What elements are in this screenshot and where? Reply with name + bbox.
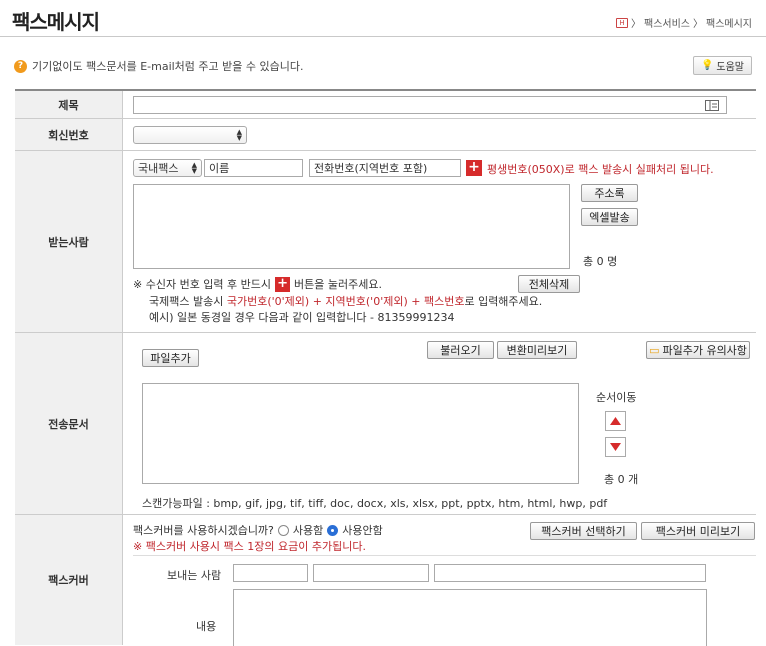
subject-row: 제목 [15, 91, 756, 119]
document-list[interactable] [142, 383, 579, 484]
cover-not-use-radio[interactable] [327, 524, 339, 536]
plus-icon: + [275, 276, 291, 292]
cover-preview-button[interactable]: 팩스커버 미리보기 [641, 522, 755, 540]
recipient-count: 총 0 명 [583, 255, 618, 268]
fax-form: 제목 회신번호 ▲ ▼ 받는사람 국내팩스 ▲ ▼ 이름 전화번호(지역번호 포… [15, 89, 756, 646]
file-notice-label: 파일추가 유의사항 [662, 344, 747, 357]
breadcrumb-item-fax-message: 팩스메시지 [706, 19, 752, 30]
reply-number-row: 회신번호 ▲ ▼ [15, 119, 756, 151]
add-recipient-button[interactable]: + [466, 160, 482, 176]
content-label: 내용 [196, 620, 217, 633]
documents-row: 전송문서 파일추가 불러오기 변환미리보기 ▭ 파일추가 유의사항 순서이동 총… [15, 333, 756, 515]
note-2-post: 로 입력해주세요. [464, 295, 543, 308]
sender-phone-input[interactable] [313, 564, 429, 582]
recipient-note-2: 국제팩스 발송시 국가번호('0'제외) + 지역번호('0'제외) + 팩스번… [149, 293, 542, 309]
speech-bubble-icon: ▭ [649, 343, 660, 357]
help-label: 도움말 [716, 62, 744, 73]
arrow-down-icon [610, 443, 621, 451]
note-1-post: 버튼을 눌러주세요. [294, 278, 382, 291]
recipient-row: 받는사람 국내팩스 ▲ ▼ 이름 전화번호(지역번호 포함) + 평생번호(050… [15, 151, 756, 333]
delete-all-button[interactable]: 전체삭제 [518, 275, 580, 293]
note-1-pre: ※ 수신자 번호 입력 후 반드시 [133, 278, 272, 291]
recipient-name-input[interactable]: 이름 [204, 159, 303, 177]
breadcrumb-item-fax-service[interactable]: 팩스서비스 [644, 15, 690, 30]
document-count: 총 0 개 [604, 473, 639, 486]
reply-number-label: 회신번호 [15, 119, 123, 150]
info-icon: ? [14, 59, 27, 73]
recipient-list[interactable] [133, 184, 570, 269]
arrow-up-icon [610, 417, 621, 425]
cover-question-line: 팩스커버를 사용하시겠습니까? 사용함 사용안함 [133, 522, 383, 538]
documents-label: 전송문서 [15, 333, 123, 514]
sender-name-input[interactable] [233, 564, 308, 582]
cover-warning: ※ 팩스커버 사용시 팩스 1장의 요금이 추가됩니다. [133, 540, 366, 553]
move-up-button[interactable] [605, 411, 626, 431]
select-arrows-icon: ▲ ▼ [191, 161, 197, 175]
add-file-button[interactable]: 파일추가 [142, 349, 199, 367]
sender-extra-input[interactable] [434, 564, 706, 582]
notice-bar: ? 기기없이도 팩스문서를 E-mail처럼 주고 받을 수 있습니다. [14, 58, 303, 74]
help-button[interactable]: 💡 도움말 [692, 56, 752, 75]
fax-type-select[interactable]: 국내팩스 ▲ ▼ [133, 159, 202, 177]
file-notice-button[interactable]: ▭ 파일추가 유의사항 [646, 341, 750, 359]
select-arrows-icon: ▲ ▼ [236, 128, 242, 142]
cover-not-use-label: 사용안함 [342, 524, 383, 537]
subject-input[interactable] [133, 96, 727, 114]
notice-text: 기기없이도 팩스문서를 E-mail처럼 주고 받을 수 있습니다. [32, 60, 304, 73]
title-divider [0, 36, 766, 37]
breadcrumb: H 〉 팩스서비스 〉 팩스메시지 [616, 15, 752, 30]
fax-type-value: 국내팩스 [138, 162, 179, 175]
page-title: 팩스메시지 [12, 10, 100, 34]
home-icon[interactable]: H [616, 17, 628, 28]
cover-question: 팩스커버를 사용하시겠습니까? [133, 524, 274, 537]
move-down-button[interactable] [605, 437, 626, 457]
breadcrumb-separator: 〉 [631, 19, 641, 30]
load-button[interactable]: 불러오기 [427, 341, 494, 359]
note-2-red: 국가번호('0'제외) + 지역번호('0'제외) + 팩스번호 [226, 295, 465, 308]
order-move-label: 순서이동 [596, 391, 637, 404]
fax-cover-label: 팩스커버 [15, 515, 123, 645]
fax-cover-row: 팩스커버 팩스커버를 사용하시겠습니까? 사용함 사용안함 ※ 팩스커버 사용시… [15, 515, 756, 646]
cover-content-textarea[interactable] [233, 589, 707, 646]
recipient-label: 받는사람 [15, 151, 123, 332]
cover-use-label: 사용함 [292, 524, 324, 537]
note-2-pre: 국제팩스 발송시 [149, 295, 224, 308]
sender-label: 보내는 사람 [167, 569, 222, 582]
cover-select-button[interactable]: 팩스커버 선택하기 [530, 522, 637, 540]
subject-label: 제목 [15, 91, 123, 118]
recipient-phone-input[interactable]: 전화번호(지역번호 포함) [309, 159, 461, 177]
recipient-note-3: 예시) 일본 동경일 경우 다음과 같이 입력합니다 - 81359991234 [149, 311, 455, 324]
breadcrumb-separator: 〉 [693, 19, 703, 30]
address-card-icon[interactable] [705, 100, 719, 111]
cover-divider [133, 555, 756, 556]
recipient-warning: 평생번호(050X)로 팩스 발송시 실패처리 됩니다. [487, 163, 714, 176]
address-book-button[interactable]: 주소록 [581, 184, 638, 202]
cover-use-radio[interactable] [277, 524, 289, 536]
lightbulb-icon: 💡 [700, 60, 714, 71]
excel-send-button[interactable]: 엑셀발송 [581, 208, 638, 226]
convert-preview-button[interactable]: 변환미리보기 [497, 341, 577, 359]
scan-file-types: 스캔가능파일 : bmp, gif, jpg, tif, tiff, doc, … [142, 497, 608, 510]
recipient-note-1: ※ 수신자 번호 입력 후 반드시 + 버튼을 눌러주세요. [133, 276, 382, 292]
reply-number-select[interactable]: ▲ ▼ [133, 126, 247, 144]
